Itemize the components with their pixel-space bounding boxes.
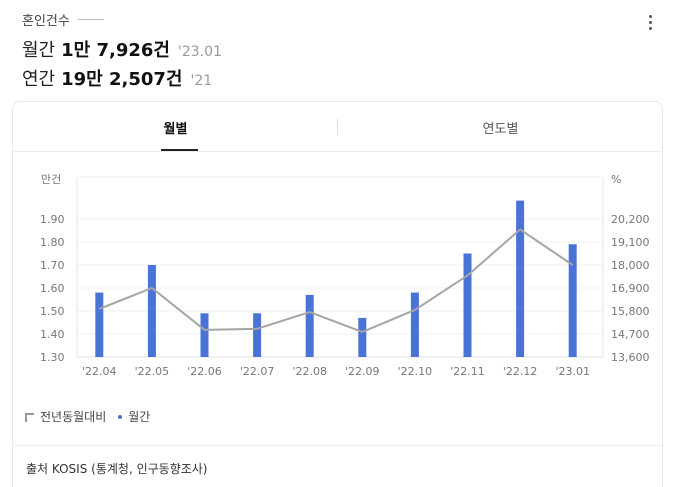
y-left-tick-label: 1.70 — [40, 259, 65, 272]
y-right-tick-label: 15,800 — [611, 305, 650, 318]
y-left-tick-label: 1.40 — [40, 328, 65, 341]
bar — [410, 292, 419, 357]
legend-bar-label: 월간 — [128, 410, 151, 424]
monthly-value: 1만 7,926건 — [61, 40, 170, 61]
header-title: 혼인건수 — [22, 14, 70, 29]
y-left-tick-label: 1.30 — [40, 351, 65, 364]
bar — [200, 313, 209, 357]
header-divider-line — [77, 19, 104, 20]
bar — [568, 244, 577, 357]
x-tick-label: '22.11 — [450, 365, 485, 378]
yearly-label: 연간 — [22, 69, 56, 90]
left-unit-label: 만건 — [41, 173, 61, 186]
stat-header: 혼인건수 월간 1만 7,926건 '23.01 연간 19만 2,507건 '… — [22, 8, 662, 94]
x-tick-label: '22.08 — [292, 365, 327, 378]
chart-legend: 전년동월대비 월간 — [25, 408, 150, 425]
more-options-icon[interactable] — [642, 12, 658, 32]
monthly-label: 월간 — [22, 40, 56, 61]
right-unit-label: % — [611, 173, 621, 186]
bar — [463, 253, 472, 357]
x-tick-label: '22.09 — [345, 365, 380, 378]
y-left-tick-label: 1.60 — [40, 282, 65, 295]
source-bar: 출처 KOSIS (통계청, 인구동향조사) — [13, 445, 662, 487]
legend-bar-icon — [118, 414, 123, 419]
x-tick-label: '22.06 — [187, 365, 222, 378]
x-tick-label: '22.05 — [135, 365, 170, 378]
yearly-stat-row: 연간 19만 2,507건 '21 — [22, 65, 212, 91]
line-series — [98, 228, 574, 333]
x-tick-label: '22.10 — [398, 365, 433, 378]
legend-line-label: 전년동월대비 — [40, 410, 107, 424]
bar — [358, 317, 367, 357]
y-left-tick-label: 1.50 — [40, 305, 65, 318]
x-tick-label: '22.04 — [82, 365, 117, 378]
bar — [147, 265, 156, 357]
labels-layer: 1.90 20,200 1.80 19,100 1.70 18,000 1.60 16,900… — [40, 173, 650, 378]
yearly-value: 19만 2,507건 — [61, 69, 183, 90]
y-right-tick-label: 20,200 — [611, 213, 650, 226]
yearly-date: '21 — [190, 73, 213, 89]
source-text: 출처 KOSIS (통계청, 인구동향조사) — [26, 462, 208, 476]
y-left-tick-label: 1.80 — [40, 236, 65, 249]
bar — [516, 200, 525, 357]
bar — [253, 313, 262, 357]
line-layer — [98, 228, 574, 333]
chart-card: 월별 연도별 1.90 20,200 1.80 19,100 1.70 18,000 1.6… — [12, 101, 663, 487]
monthly-stat-row: 월간 1만 7,926건 '23.01 — [22, 36, 222, 62]
chart-svg: 1.90 20,200 1.80 19,100 1.70 18,000 1.60 16,900… — [40, 173, 650, 378]
bar — [305, 294, 314, 357]
more-dot — [648, 20, 652, 24]
y-left-tick-label: 1.90 — [40, 213, 65, 226]
y-right-tick-label: 16,900 — [611, 282, 650, 295]
x-tick-label: '23.01 — [555, 365, 590, 378]
legend-line-icon — [25, 413, 34, 422]
y-right-tick-label: 19,100 — [611, 236, 650, 249]
y-right-tick-label: 18,000 — [611, 259, 650, 272]
bar — [95, 292, 104, 357]
x-tick-label: '22.07 — [240, 365, 275, 378]
more-dot — [648, 26, 652, 30]
monthly-date: '23.01 — [177, 44, 222, 60]
y-right-tick-label: 14,700 — [611, 328, 650, 341]
header-title-row: 혼인건수 — [22, 10, 104, 29]
y-right-tick-label: 13,600 — [611, 351, 650, 364]
more-dot — [648, 14, 652, 18]
x-tick-label: '22.12 — [503, 365, 538, 378]
